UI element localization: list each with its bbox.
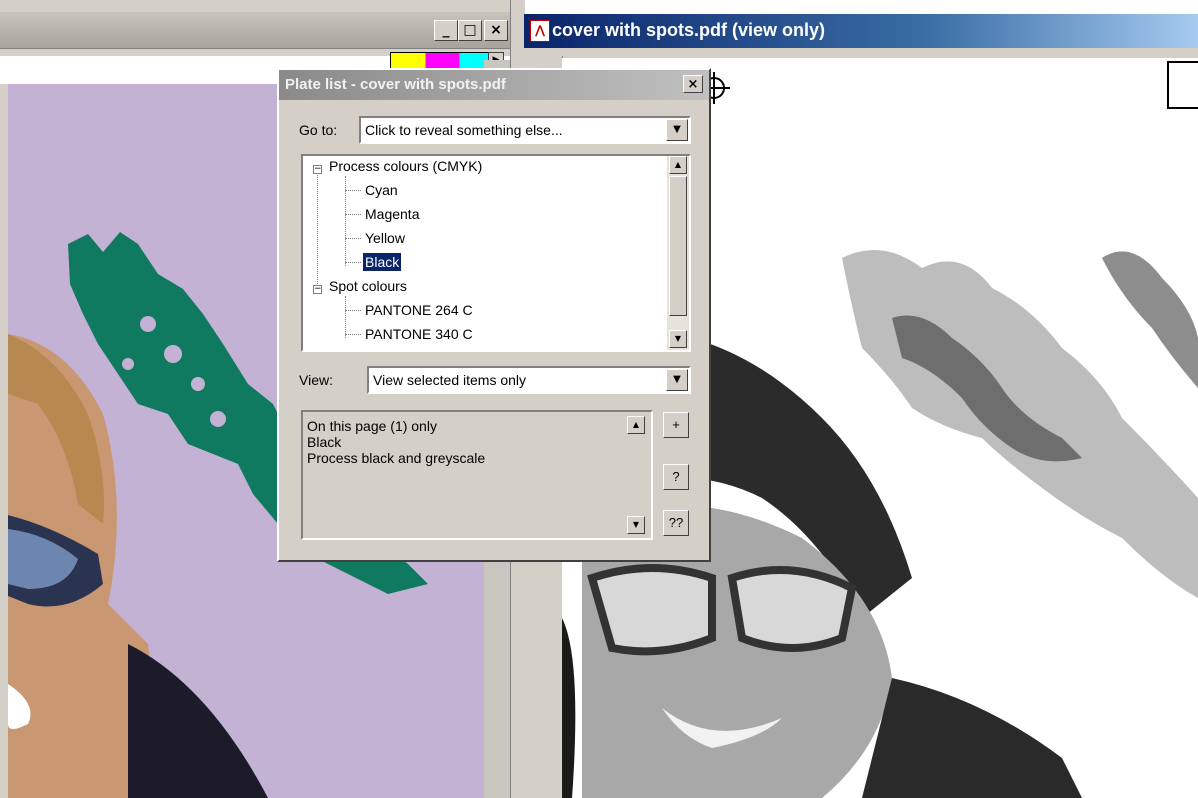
minimize-button[interactable]: _ (434, 20, 458, 41)
goto-dropdown-value: Click to reveal something else... (365, 122, 563, 138)
help-button[interactable]: ? (663, 464, 689, 490)
view-label: View: (299, 372, 333, 388)
info-line-plate: Black (307, 434, 342, 450)
tree-item-pantone-340[interactable]: PANTONE 340 C (363, 325, 475, 343)
scroll-up-icon[interactable]: ▲ (627, 416, 645, 434)
view-dropdown-value: View selected items only (373, 372, 527, 388)
jacket-left (128, 644, 268, 798)
goto-label: Go to: (299, 122, 338, 138)
right-toolbar-strip (524, 48, 1198, 58)
jacket-right (862, 678, 1082, 798)
plate-tree[interactable]: − Process colours (CMYK) Cyan Magenta Ye… (301, 154, 691, 352)
chevron-down-icon[interactable]: ▼ (666, 369, 688, 391)
collapse-process-icon[interactable]: − (313, 165, 322, 174)
tree-item-cyan[interactable]: Cyan (363, 181, 400, 199)
tree-group-spot[interactable]: Spot colours (327, 277, 409, 295)
plate-info-panel: On this page (1) only Black Process blac… (301, 410, 653, 540)
tree-scrollbar[interactable]: ▲ ▼ (667, 156, 689, 350)
info-line-description: Process black and greyscale (307, 450, 486, 466)
add-button[interactable]: + (663, 412, 689, 438)
pdf-icon: ⋀ (530, 20, 550, 42)
tree-item-black[interactable]: Black (363, 253, 402, 271)
goto-dropdown[interactable]: Click to reveal something else... ▼ (359, 116, 691, 144)
right-window-title: cover with spots.pdf (view only) (552, 20, 826, 40)
scroll-down-icon[interactable]: ▼ (627, 516, 645, 534)
glasses-right-lens-right (727, 566, 857, 652)
dialog-close-button[interactable]: × (683, 75, 703, 93)
close-button[interactable]: × (484, 20, 508, 41)
plate-list-dialog: Plate list - cover with spots.pdf × Go t… (277, 68, 711, 562)
tree-item-yellow[interactable]: Yellow (363, 229, 407, 247)
more-help-button[interactable]: ?? (663, 510, 689, 536)
info-line-scope: On this page (1) only (307, 418, 437, 434)
dialog-title: Plate list - cover with spots.pdf (285, 76, 506, 93)
view-dropdown[interactable]: View selected items only ▼ (367, 366, 691, 394)
tree-group-process[interactable]: Process colours (CMYK) (327, 157, 484, 175)
tree-item-magenta[interactable]: Magenta (363, 205, 421, 223)
collapse-spot-icon[interactable]: − (313, 285, 322, 294)
tree-item-pantone-264[interactable]: PANTONE 264 C (363, 301, 475, 319)
info-scrollbar[interactable]: ▲ ▼ (625, 412, 647, 538)
scroll-down-icon[interactable]: ▼ (669, 330, 687, 348)
scroll-up-icon[interactable]: ▲ (669, 156, 687, 174)
tree-scroll-thumb[interactable] (669, 176, 687, 316)
restore-button[interactable]: □ (458, 20, 482, 41)
chevron-down-icon[interactable]: ▼ (666, 119, 688, 141)
glasses-right-lens-left (587, 564, 716, 656)
